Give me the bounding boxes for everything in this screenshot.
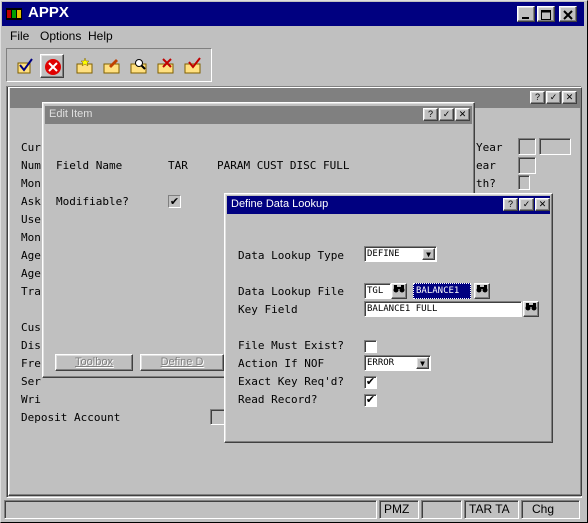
- bg-right-label: ear: [476, 159, 496, 172]
- bg-close-button[interactable]: ✕: [562, 91, 577, 104]
- key-field-label: Key Field: [238, 303, 298, 316]
- cancel-icon: [45, 59, 61, 75]
- lookup-file-name-field[interactable]: BALANCE1: [413, 283, 471, 299]
- binoculars-icon[interactable]: [474, 283, 490, 299]
- bg-label: Ask: [21, 195, 41, 208]
- binoculars-icon[interactable]: [523, 301, 539, 317]
- bg-label: Cur: [21, 141, 41, 154]
- define-data-lookup-title: Define Data Lookup: [231, 198, 329, 210]
- edit-item-title: Edit Item: [49, 108, 93, 120]
- bg-year-field-2[interactable]: [539, 138, 571, 155]
- menu-bar: File Options Help: [2, 27, 584, 47]
- bg-label: Age: [21, 267, 41, 280]
- lookup-type-label: Data Lookup Type: [238, 249, 344, 262]
- bg-right-label: th?: [476, 177, 496, 190]
- modifiable-label: Modifiable?: [56, 195, 129, 208]
- chevron-down-icon[interactable]: ▼: [422, 248, 435, 260]
- bg-label: Cus: [21, 321, 41, 334]
- bg-label: Age: [21, 249, 41, 262]
- bg-help-button[interactable]: ?: [530, 91, 545, 104]
- bg-label: Tra: [21, 285, 41, 298]
- toolbar: [6, 48, 212, 82]
- folder-check-icon: [184, 57, 201, 74]
- close-button[interactable]: [559, 6, 577, 22]
- action-nof-value: ERROR: [367, 358, 395, 368]
- lookup-type-select[interactable]: DEFINE ▼: [364, 246, 437, 262]
- window-title: APPX: [28, 4, 69, 21]
- deposit-account-label: Deposit Account: [21, 411, 121, 424]
- define-data-lookup-titlebar[interactable]: Define Data Lookup ? ✓ ✕: [227, 196, 550, 214]
- search-toolbar-button[interactable]: [127, 54, 151, 78]
- bg-label: Dis: [21, 339, 41, 352]
- ok-toolbar-button[interactable]: [13, 54, 37, 78]
- field-name-label: Field Name: [56, 159, 123, 172]
- edit-toolbar-button[interactable]: [100, 54, 124, 78]
- ddl-close-button[interactable]: ✕: [535, 198, 550, 211]
- bg-label: Mon: [21, 177, 41, 190]
- lookup-type-value: DEFINE: [367, 249, 400, 259]
- menu-help[interactable]: Help: [88, 29, 113, 43]
- define-button[interactable]: Define D: [140, 354, 224, 371]
- bg-label: Use: [21, 213, 41, 226]
- check-icon: [17, 58, 33, 74]
- status-panel-blank: [421, 500, 462, 519]
- exact-key-checkbox[interactable]: ✔: [364, 376, 377, 389]
- delete-toolbar-button[interactable]: [154, 54, 178, 78]
- folder-search-icon: [130, 59, 147, 74]
- bg-label: Num: [21, 159, 41, 172]
- lookup-file-app-value: TGL: [367, 286, 384, 296]
- title-bar[interactable]: APPX: [2, 2, 584, 26]
- menu-file[interactable]: File: [10, 29, 29, 43]
- edit-close-button[interactable]: ✕: [455, 108, 470, 121]
- lookup-file-label: Data Lookup File: [238, 285, 344, 298]
- minimize-button[interactable]: [517, 6, 535, 22]
- file-must-exist-label: File Must Exist?: [238, 339, 344, 352]
- status-panel-message: [4, 500, 377, 519]
- edit-help-button[interactable]: ?: [423, 108, 438, 121]
- field-description: PARAM CUST DISC FULL: [217, 159, 350, 172]
- maximize-button[interactable]: [537, 6, 555, 22]
- bg-label: Wri: [21, 393, 41, 406]
- bg-label: Ser: [21, 375, 41, 388]
- bg-label: Mon: [21, 231, 41, 244]
- bg-right-label: Year: [476, 141, 503, 154]
- status-panel-item: TAR TA: [464, 500, 519, 519]
- bg-month-field[interactable]: [518, 175, 530, 190]
- status-panel-mode: Chg: [521, 500, 580, 519]
- key-field-input[interactable]: BALANCE1 FULL: [364, 301, 522, 317]
- folder-delete-icon: [157, 58, 174, 74]
- key-field-value: BALANCE1 FULL: [367, 304, 438, 314]
- bg-ok-button[interactable]: ✓: [546, 91, 561, 104]
- commit-toolbar-button[interactable]: [181, 54, 205, 78]
- read-record-checkbox[interactable]: ✔: [364, 394, 377, 407]
- action-nof-select[interactable]: ERROR ▼: [364, 355, 431, 371]
- status-bar: PMZ TAR TA Chg: [2, 499, 584, 521]
- ddl-help-button[interactable]: ?: [503, 198, 518, 211]
- action-nof-label: Action If NOF: [238, 357, 325, 370]
- lookup-file-app-field[interactable]: TGL: [364, 283, 391, 299]
- chevron-down-icon[interactable]: ▼: [416, 357, 429, 369]
- bg-label: Fre: [21, 357, 41, 370]
- field-name-value: TAR: [168, 159, 188, 172]
- new-toolbar-button[interactable]: [73, 54, 97, 78]
- edit-ok-button[interactable]: ✓: [439, 108, 454, 121]
- ddl-ok-button[interactable]: ✓: [519, 198, 534, 211]
- folder-edit-icon: [103, 59, 120, 74]
- read-record-label: Read Record?: [238, 393, 318, 406]
- status-panel-pmz: PMZ: [379, 500, 419, 519]
- modifiable-checkbox[interactable]: ✔: [168, 195, 181, 208]
- binoculars-icon[interactable]: [391, 283, 407, 299]
- toolbox-button[interactable]: Toolbox: [55, 354, 133, 371]
- folder-new-icon: [76, 57, 93, 74]
- file-must-exist-checkbox[interactable]: [364, 340, 377, 353]
- bg-year-field[interactable]: [518, 138, 536, 155]
- cancel-toolbar-button[interactable]: [40, 54, 64, 78]
- appx-logo-icon: [6, 6, 22, 22]
- exact-key-label: Exact Key Req'd?: [238, 375, 344, 388]
- bg-year-field-3[interactable]: [518, 157, 536, 174]
- lookup-file-name-value: BALANCE1: [416, 286, 460, 296]
- edit-item-titlebar[interactable]: Edit Item ? ✓ ✕: [45, 106, 472, 124]
- menu-options[interactable]: Options: [40, 29, 81, 43]
